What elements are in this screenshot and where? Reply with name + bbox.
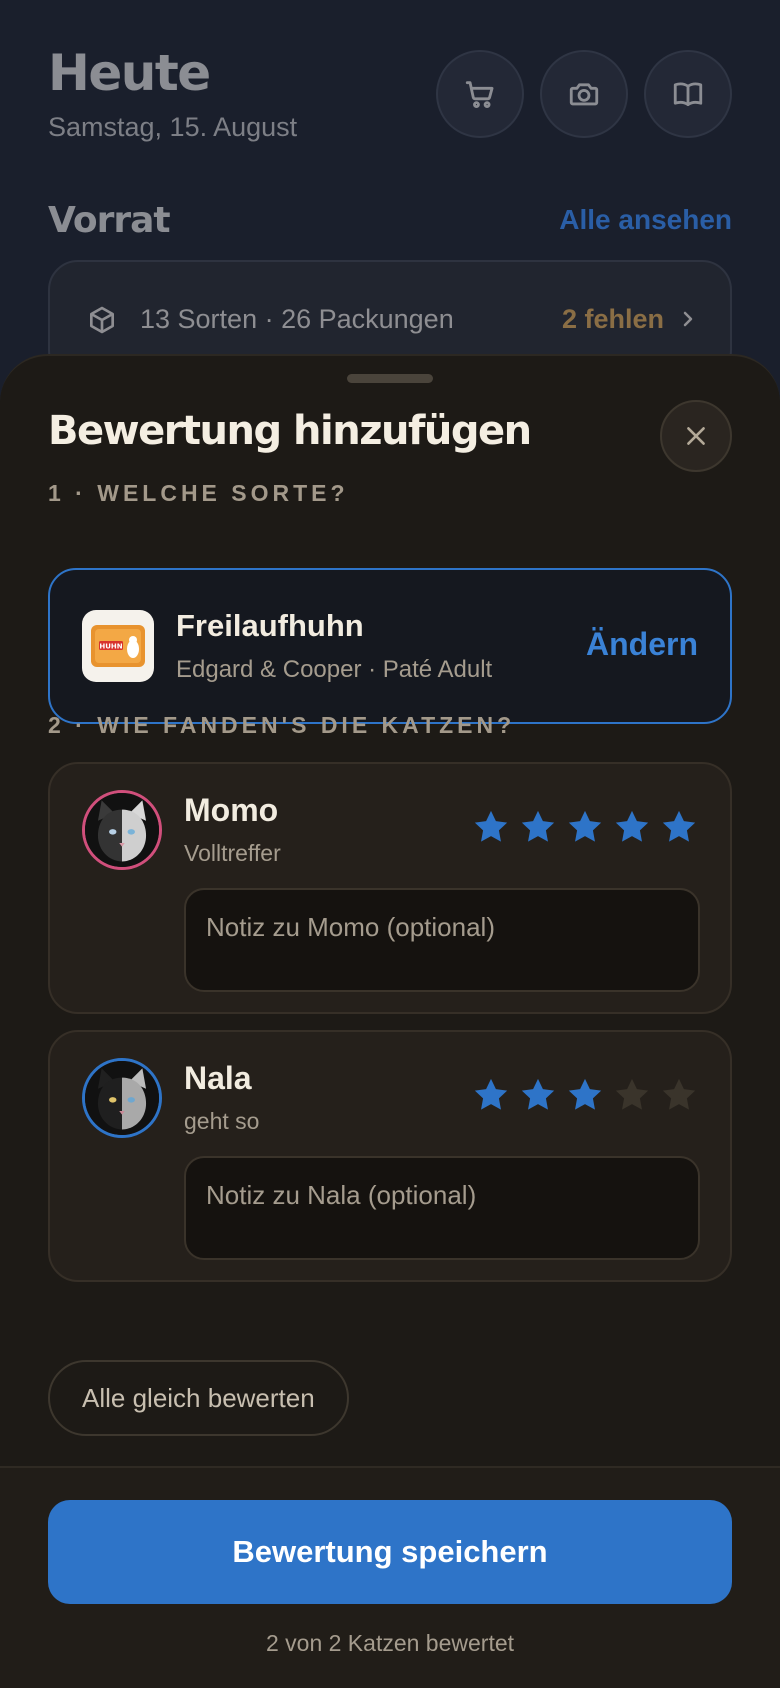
stock-section-title: Vorrat xyxy=(48,200,171,241)
rating-status: 2 von 2 Katzen bewertet xyxy=(265,1630,515,1656)
camera-icon xyxy=(569,83,599,106)
change-product-button[interactable]: Ändern xyxy=(586,626,698,663)
camera-button[interactable] xyxy=(540,50,628,138)
cat-note-input[interactable] xyxy=(184,888,700,992)
star-filled-icon[interactable] xyxy=(472,808,510,846)
sheet-footer: Bewertung speichern 2 von 2 Katzen bewer… xyxy=(0,1466,780,1688)
star-empty-icon[interactable] xyxy=(613,1076,651,1114)
cat-verdict: geht so xyxy=(184,1108,260,1134)
step-2-label: 2 · WIE FANDEN'S DIE KATZEN? xyxy=(48,712,516,738)
stock-summary: 13 Sorten · 26 Packungen xyxy=(140,304,454,334)
cat-verdict: Volltreffer xyxy=(184,840,281,866)
rate-all-same-button[interactable]: Alle gleich bewerten xyxy=(48,1360,349,1436)
star-rating xyxy=(472,1076,698,1114)
sheet-title: Bewertung hinzufügen xyxy=(48,408,532,454)
cat-name: Momo xyxy=(184,792,279,828)
star-filled-icon[interactable] xyxy=(472,1076,510,1114)
cat-rating-card: Momo Volltreffer xyxy=(48,762,732,1014)
see-all-link[interactable]: Alle ansehen xyxy=(559,204,732,236)
avatar xyxy=(82,1058,162,1138)
cat-name: Nala xyxy=(184,1060,252,1096)
box-icon xyxy=(90,306,114,334)
product-name: Freilaufhuhn xyxy=(176,608,364,643)
stock-missing-badge: 2 fehlen xyxy=(561,304,664,334)
star-filled-icon[interactable] xyxy=(566,808,604,846)
cat-rating-card: Nala geht so xyxy=(48,1030,732,1282)
sheet-grabber[interactable] xyxy=(347,374,433,383)
product-thumbnail: HUHN xyxy=(82,610,154,682)
step-1-label: 1 · WELCHE SORTE? xyxy=(48,480,349,506)
page-title: Heute xyxy=(48,44,211,102)
cart-button[interactable] xyxy=(436,50,524,138)
product-thumbnail-label: HUHN xyxy=(99,643,122,651)
book-button[interactable] xyxy=(644,50,732,138)
star-rating xyxy=(472,808,698,846)
add-rating-sheet: Bewertung hinzufügen 1 · WELCHE SORTE? H… xyxy=(0,354,780,1688)
star-empty-icon[interactable] xyxy=(660,1076,698,1114)
selected-product-card[interactable]: HUHN Freilaufhuhn Edgard & Cooper · Paté… xyxy=(48,568,732,724)
page-date: Samstag, 15. August xyxy=(48,112,298,142)
close-button[interactable] xyxy=(660,400,732,472)
avatar xyxy=(82,790,162,870)
close-icon xyxy=(687,427,705,445)
star-filled-icon[interactable] xyxy=(660,808,698,846)
cat-note-input[interactable] xyxy=(184,1156,700,1260)
star-filled-icon[interactable] xyxy=(566,1076,604,1114)
save-rating-button[interactable]: Bewertung speichern xyxy=(48,1500,732,1604)
star-filled-icon[interactable] xyxy=(613,808,651,846)
cart-icon xyxy=(465,81,494,109)
product-subtitle: Edgard & Cooper · Paté Adult xyxy=(176,656,493,683)
star-filled-icon[interactable] xyxy=(519,1076,557,1114)
book-icon xyxy=(673,82,703,107)
star-filled-icon[interactable] xyxy=(519,808,557,846)
chevron-right-icon xyxy=(683,311,693,327)
